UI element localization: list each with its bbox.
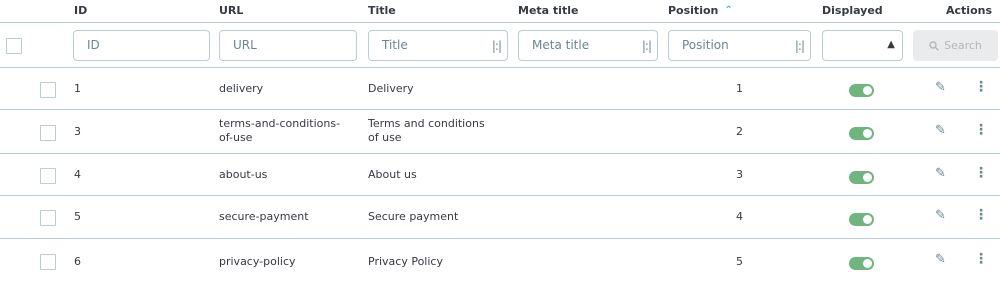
- chevron-up-icon: ⌃: [724, 5, 733, 16]
- row-url: privacy-policy: [219, 255, 296, 268]
- displayed-toggle[interactable]: [849, 257, 874, 270]
- meta-title-filter-input[interactable]: Meta title |:|: [518, 30, 658, 61]
- edit-pencil-icon[interactable]: ✎: [935, 166, 946, 181]
- column-header-id[interactable]: ID: [74, 4, 87, 17]
- table-row: 1 delivery Delivery 1 ✎ ⋮: [0, 67, 1000, 109]
- column-header-meta-title[interactable]: Meta title: [518, 4, 578, 17]
- row-title: Delivery: [368, 82, 414, 95]
- row-position[interactable]: 5: [736, 255, 743, 269]
- row-position[interactable]: 3: [736, 168, 743, 182]
- row-position[interactable]: 1: [736, 82, 743, 96]
- row-checkbox[interactable]: [40, 125, 56, 141]
- table-row: 5 secure-payment Secure payment 4 ✎ ⋮: [0, 195, 1000, 237]
- more-actions-icon[interactable]: ⋮: [974, 165, 988, 181]
- displayed-toggle[interactable]: [849, 127, 874, 140]
- displayed-filter-select[interactable]: ▲︎: [822, 30, 903, 61]
- row-id: 6: [74, 255, 81, 268]
- select-arrows-icon: ▲︎: [887, 39, 895, 50]
- row-position[interactable]: 2: [736, 125, 743, 139]
- column-header-url[interactable]: URL: [219, 4, 243, 17]
- row-position[interactable]: 4: [736, 210, 743, 224]
- displayed-toggle[interactable]: [849, 213, 874, 226]
- displayed-toggle[interactable]: [849, 84, 874, 97]
- row-title: Secure payment: [368, 210, 459, 223]
- edit-pencil-icon[interactable]: ✎: [935, 80, 946, 95]
- position-filter-placeholder: Position: [682, 38, 729, 52]
- header-divider: [0, 22, 1000, 23]
- id-filter-placeholder: ID: [87, 38, 100, 52]
- search-button-label: Search: [944, 39, 982, 52]
- column-header-title[interactable]: Title: [368, 4, 396, 17]
- cms-pages-grid: ID URL Title Meta title Position ⌃ Displ…: [0, 0, 1000, 291]
- title-filter-placeholder: Title: [382, 38, 408, 52]
- table-row: 3 terms-and-conditions-of-use Terms and …: [0, 109, 1000, 153]
- row-id: 1: [74, 82, 81, 95]
- row-checkbox[interactable]: [40, 254, 56, 270]
- more-actions-icon[interactable]: ⋮: [974, 122, 988, 138]
- more-actions-icon[interactable]: ⋮: [974, 251, 988, 267]
- row-title: About us: [368, 168, 417, 181]
- row-url: terms-and-conditions-of-use: [219, 117, 341, 144]
- more-actions-icon[interactable]: ⋮: [974, 79, 988, 95]
- column-header-position[interactable]: Position ⌃: [668, 4, 733, 17]
- url-filter-placeholder: URL: [233, 38, 257, 52]
- column-header-displayed[interactable]: Displayed: [822, 4, 883, 17]
- edit-pencil-icon[interactable]: ✎: [935, 252, 946, 267]
- row-url: about-us: [219, 168, 268, 181]
- search-icon: [929, 40, 939, 51]
- meta-title-filter-placeholder: Meta title: [532, 38, 590, 52]
- table-row: 6 privacy-policy Privacy Policy 5 ✎ ⋮: [0, 238, 1000, 280]
- title-filter-input[interactable]: Title |:|: [368, 30, 508, 61]
- row-id: 3: [74, 125, 81, 138]
- edit-pencil-icon[interactable]: ✎: [935, 123, 946, 138]
- select-all-checkbox[interactable]: [6, 38, 22, 54]
- field-resize-icon: |:|: [491, 39, 502, 53]
- row-title: Privacy Policy: [368, 255, 443, 268]
- edit-pencil-icon[interactable]: ✎: [935, 208, 946, 223]
- field-resize-icon: |:|: [641, 39, 652, 53]
- row-checkbox[interactable]: [40, 168, 56, 184]
- table-row: 4 about-us About us 3 ✎ ⋮: [0, 153, 1000, 195]
- more-actions-icon[interactable]: ⋮: [974, 207, 988, 223]
- column-header-position-label: Position: [668, 4, 719, 17]
- search-button[interactable]: Search: [913, 30, 998, 61]
- id-filter-input[interactable]: ID: [73, 30, 210, 61]
- row-id: 4: [74, 168, 81, 181]
- displayed-toggle[interactable]: [849, 171, 874, 184]
- column-header-actions: Actions: [946, 4, 992, 17]
- row-checkbox[interactable]: [40, 82, 56, 98]
- row-id: 5: [74, 210, 81, 223]
- row-checkbox[interactable]: [40, 210, 56, 226]
- row-url: delivery: [219, 82, 264, 95]
- field-resize-icon: |:|: [794, 39, 805, 53]
- row-url: secure-payment: [219, 210, 309, 223]
- position-filter-input[interactable]: Position |:|: [668, 30, 811, 61]
- url-filter-input[interactable]: URL: [219, 30, 357, 61]
- row-title: Terms and conditions of use: [368, 117, 485, 144]
